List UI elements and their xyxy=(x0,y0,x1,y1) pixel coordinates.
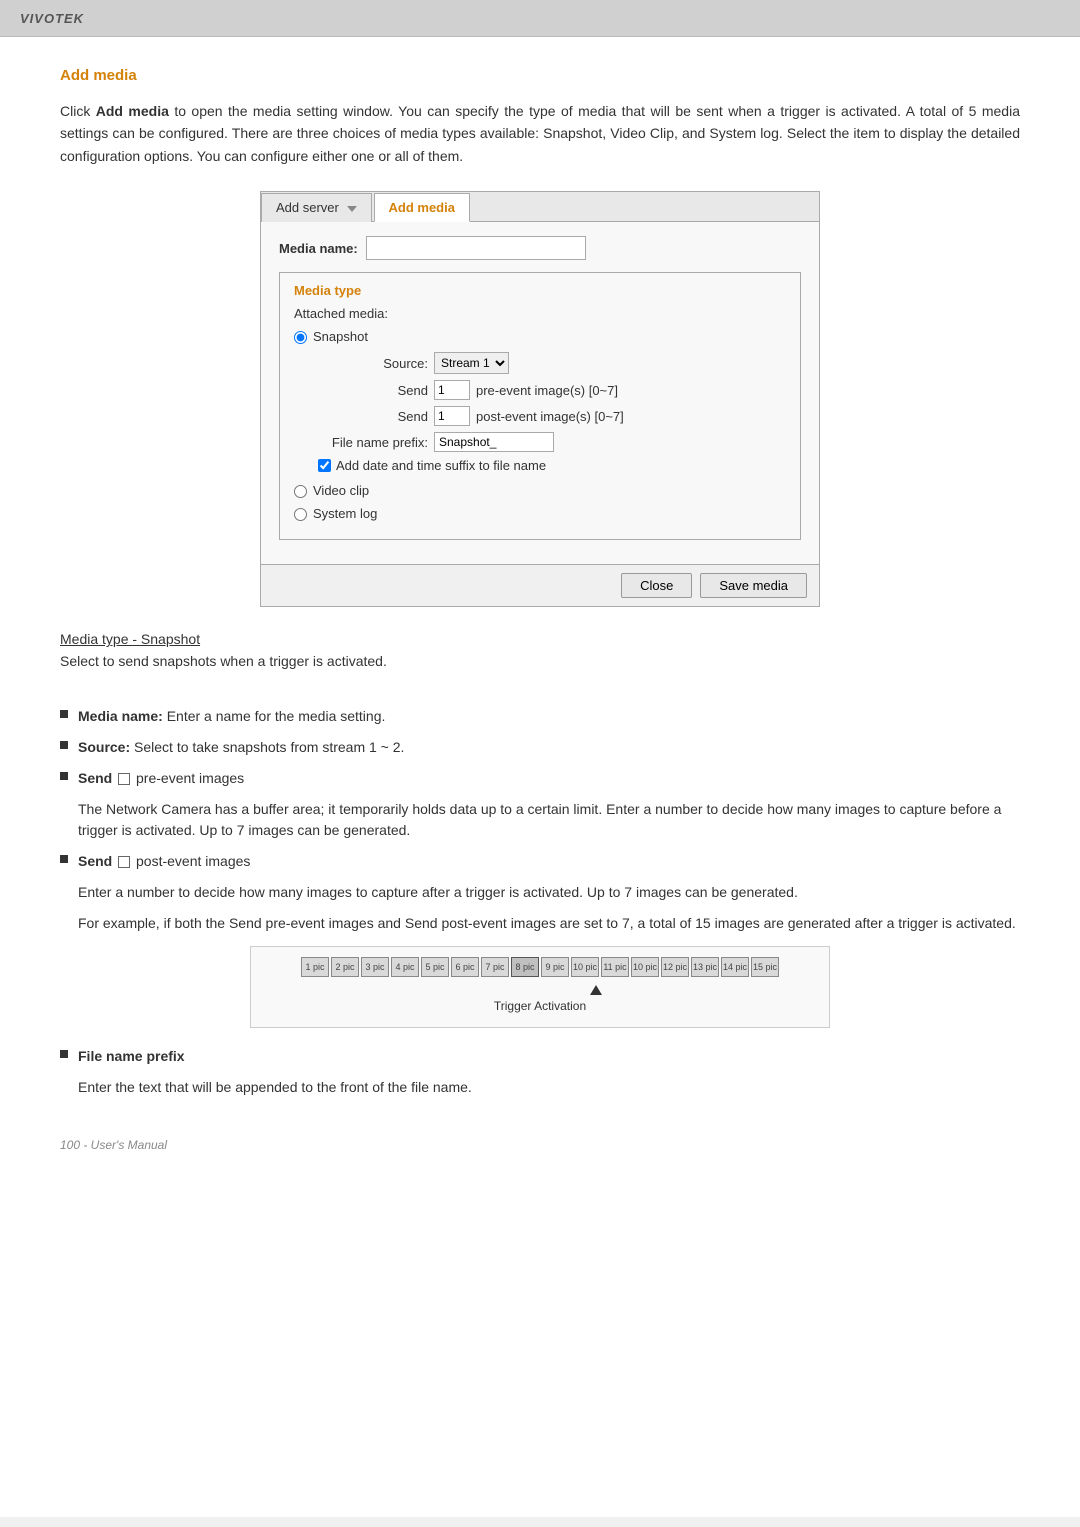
pic-1: 1 pic xyxy=(301,957,329,977)
system-log-radio[interactable] xyxy=(294,508,307,521)
snapshot-label: Snapshot xyxy=(313,329,368,344)
pic-4: 4 pic xyxy=(391,957,419,977)
timeline-container: 1 pic 2 pic 3 pic 4 pic 5 pic 6 pic 7 pi… xyxy=(250,946,830,1028)
dialog-tabs: Add server Add media xyxy=(261,192,819,222)
trigger-arrow xyxy=(590,985,602,995)
file-prefix-row: File name prefix: xyxy=(318,432,786,452)
send-post-input[interactable] xyxy=(434,406,470,426)
snapshot-radio[interactable] xyxy=(294,331,307,344)
close-button[interactable]: Close xyxy=(621,573,692,598)
bullet-send-pre-indent: The Network Camera has a buffer area; it… xyxy=(78,799,1020,841)
bullet-source-text: Source: Select to take snapshots from st… xyxy=(78,737,404,758)
bullet-media-name: Media name: Enter a name for the media s… xyxy=(60,706,1020,727)
bullet-send-post-indent: Enter a number to decide how many images… xyxy=(78,882,1020,903)
bullet-send-post-text: Send post-event images xyxy=(78,851,250,872)
media-name-row: Media name: xyxy=(279,236,801,260)
snapshot-option: Snapshot xyxy=(294,329,786,344)
bullet-square-icon xyxy=(60,772,68,780)
pic-15: 14 pic xyxy=(721,957,749,977)
source-select[interactable]: Stream 1 Stream 2 xyxy=(434,352,509,374)
send-pre-row: Send pre-event image(s) [0~7] xyxy=(318,380,786,400)
attached-media-label: Attached media: xyxy=(294,306,786,321)
send-post-desc: post-event image(s) [0~7] xyxy=(476,409,624,424)
section-title: Add media xyxy=(60,67,1020,84)
video-clip-label: Video clip xyxy=(313,483,369,498)
date-suffix-label: Add date and time suffix to file name xyxy=(336,458,546,473)
source-row: Source: Stream 1 Stream 2 xyxy=(318,352,786,374)
trigger-label: Trigger Activation xyxy=(265,999,815,1013)
media-type-box: Media type Attached media: Snapshot Sour… xyxy=(279,272,801,540)
add-media-dialog: Add server Add media Media name: Media t… xyxy=(260,191,820,607)
bullet-section: Media name: Enter a name for the media s… xyxy=(60,706,1020,1098)
file-prefix-input[interactable] xyxy=(434,432,554,452)
pic-11: 11 pic xyxy=(601,957,629,977)
pic-13: 12 pic xyxy=(661,957,689,977)
media-type-snapshot-title: Media type - Snapshot xyxy=(60,631,1020,647)
pic-2: 2 pic xyxy=(331,957,359,977)
pic-10: 10 pic xyxy=(571,957,599,977)
intro-text: Click Add media to open the media settin… xyxy=(60,100,1020,167)
send-post-checkbox-inline xyxy=(118,856,130,868)
send-pre-checkbox-inline xyxy=(118,773,130,785)
dialog-body: Media name: Media type Attached media: S… xyxy=(261,222,819,564)
send-post-row: Send post-event image(s) [0~7] xyxy=(318,406,786,426)
header-bar: VIVOTEK xyxy=(0,0,1080,37)
pic-8: 8 pic xyxy=(511,957,539,977)
bullet-file-prefix-text: File name prefix xyxy=(78,1046,185,1067)
bullet-file-prefix: File name prefix xyxy=(60,1046,1020,1067)
media-type-snapshot-section: Media type - Snapshot Select to send sna… xyxy=(60,631,1020,672)
bullet-media-name-text: Media name: Enter a name for the media s… xyxy=(78,706,385,727)
system-log-label: System log xyxy=(313,506,377,521)
date-suffix-row: Add date and time suffix to file name xyxy=(318,458,786,473)
system-log-option: System log xyxy=(294,506,786,521)
video-clip-radio[interactable] xyxy=(294,485,307,498)
pic-3: 3 pic xyxy=(361,957,389,977)
date-suffix-checkbox[interactable] xyxy=(318,459,331,472)
bullet-square-icon xyxy=(60,1050,68,1058)
bullet-square-icon xyxy=(60,741,68,749)
bullet-send-post: Send post-event images xyxy=(60,851,1020,872)
snapshot-details: Source: Stream 1 Stream 2 Send pre-event… xyxy=(318,352,786,473)
media-type-title: Media type xyxy=(294,283,786,298)
bullet-file-prefix-indent: Enter the text that will be appended to … xyxy=(78,1077,1020,1098)
pic-12: 10 pic xyxy=(631,957,659,977)
tab-arrow-icon xyxy=(347,206,357,212)
pic-9: 9 pic xyxy=(541,957,569,977)
example-text: For example, if both the Send pre-event … xyxy=(78,913,1020,934)
trigger-arrow-row xyxy=(265,985,815,995)
bullet-source: Source: Select to take snapshots from st… xyxy=(60,737,1020,758)
bullet-square-icon xyxy=(60,710,68,718)
bullet-send-pre: Send pre-event images xyxy=(60,768,1020,789)
media-name-input[interactable] xyxy=(366,236,586,260)
pic-6: 6 pic xyxy=(451,957,479,977)
send-pre-desc: pre-event image(s) [0~7] xyxy=(476,383,618,398)
timeline-pics: 1 pic 2 pic 3 pic 4 pic 5 pic 6 pic 7 pi… xyxy=(265,957,815,977)
pic-7: 7 pic xyxy=(481,957,509,977)
save-media-button[interactable]: Save media xyxy=(700,573,807,598)
media-name-label: Media name: xyxy=(279,241,358,256)
send-post-label: Send xyxy=(318,409,428,424)
pic-14: 13 pic xyxy=(691,957,719,977)
dialog-footer: Close Save media xyxy=(261,564,819,606)
bullet-send-pre-text: Send pre-event images xyxy=(78,768,244,789)
video-clip-option: Video clip xyxy=(294,483,786,498)
tab-add-media[interactable]: Add media xyxy=(374,193,470,222)
send-pre-label: Send xyxy=(318,383,428,398)
pic-5: 5 pic xyxy=(421,957,449,977)
tab-add-server[interactable]: Add server xyxy=(261,193,372,222)
pic-16: 15 pic xyxy=(751,957,779,977)
arrow-up-icon xyxy=(590,985,602,995)
source-label: Source: xyxy=(318,356,428,371)
file-prefix-label: File name prefix: xyxy=(318,435,428,450)
brand-logo: VIVOTEK xyxy=(20,11,84,26)
page-content: Add media Click Add media to open the me… xyxy=(0,37,1080,1517)
footer-page: 100 - User's Manual xyxy=(60,1138,1020,1152)
bullet-square-icon xyxy=(60,855,68,863)
send-pre-input[interactable] xyxy=(434,380,470,400)
snapshot-desc: Select to send snapshots when a trigger … xyxy=(60,651,1020,672)
